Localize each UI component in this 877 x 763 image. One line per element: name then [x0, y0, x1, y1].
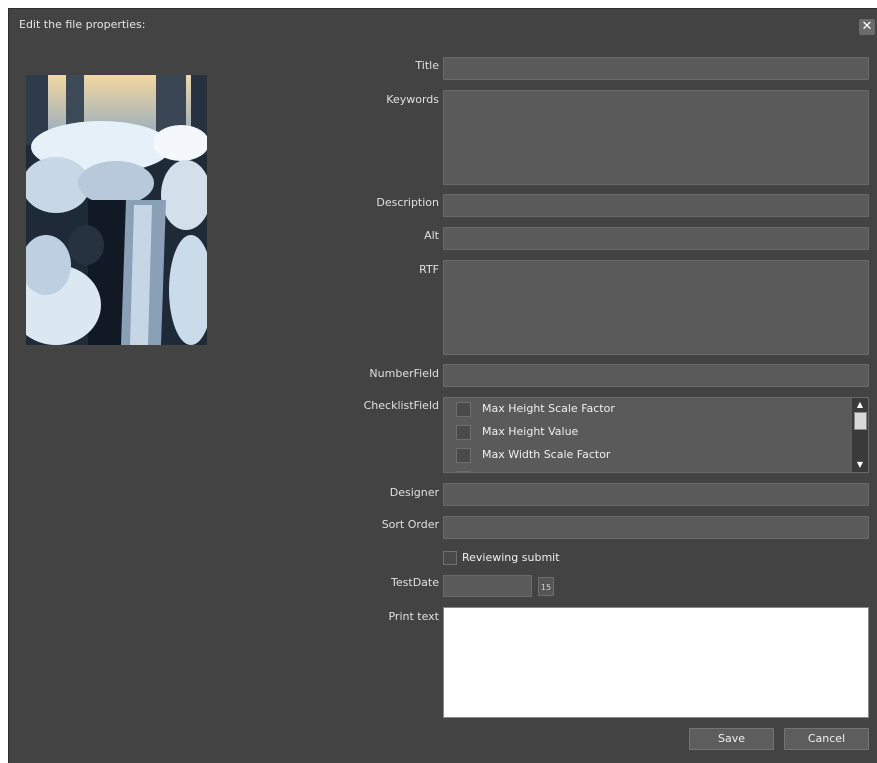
save-button[interactable]: Save [689, 728, 774, 750]
print-text-label: Print text [388, 610, 439, 623]
reviewing-submit-checkbox[interactable] [443, 551, 457, 565]
close-icon[interactable]: ✕ [859, 19, 875, 35]
scroll-up-icon[interactable]: ▲ [852, 398, 868, 412]
checkbox[interactable] [456, 448, 471, 463]
checklist-item-label: Max Height Scale Factor [482, 402, 615, 415]
checklist-item[interactable]: Max Width Scale Factor [444, 446, 868, 466]
image-preview [26, 75, 207, 345]
alt-input[interactable] [443, 227, 869, 250]
keywords-textarea[interactable] [443, 90, 869, 185]
checkbox[interactable] [456, 425, 471, 440]
dialog-title: Edit the file properties: [19, 18, 146, 31]
checkbox[interactable] [456, 471, 471, 472]
print-text-area[interactable] [443, 607, 869, 718]
checkbox[interactable] [456, 402, 471, 417]
scroll-down-icon[interactable]: ▼ [852, 458, 868, 472]
checklistfield-label: ChecklistField [363, 399, 439, 412]
rtf-textarea[interactable] [443, 260, 869, 355]
checklist-item[interactable]: Max Height Scale Factor [444, 400, 868, 420]
calendar-icon[interactable]: 15 [538, 577, 554, 596]
cancel-button[interactable]: Cancel [784, 728, 869, 750]
checklist-field[interactable]: Max Height Scale Factor Max Height Value… [443, 397, 869, 473]
keywords-label: Keywords [386, 93, 439, 106]
numberfield-label: NumberField [369, 367, 439, 380]
file-properties-dialog: Edit the file properties: ✕ Title Keywor… [8, 8, 877, 763]
testdate-label: TestDate [391, 576, 439, 589]
rtf-label: RTF [419, 263, 439, 276]
reviewing-submit-label: Reviewing submit [462, 551, 560, 564]
scroll-thumb[interactable] [854, 412, 867, 430]
testdate-input[interactable] [443, 575, 532, 597]
title-input[interactable] [443, 57, 869, 80]
checklist-item-partial[interactable] [444, 469, 868, 472]
alt-label: Alt [424, 229, 439, 242]
title-label: Title [415, 59, 439, 72]
checklist-item[interactable]: Max Height Value [444, 423, 868, 443]
sort-order-label: Sort Order [381, 518, 439, 531]
designer-label: Designer [389, 486, 439, 499]
checklist-item-label: Max Width Scale Factor [482, 448, 611, 461]
numberfield-input[interactable] [443, 364, 869, 387]
checklist-item-label: Max Height Value [482, 425, 579, 438]
description-input[interactable] [443, 194, 869, 217]
checklist-scrollbar[interactable]: ▲ ▼ [852, 398, 868, 472]
designer-input[interactable] [443, 483, 869, 506]
waterfall-image [26, 75, 207, 345]
sort-order-input[interactable] [443, 516, 869, 539]
description-label: Description [376, 196, 439, 209]
